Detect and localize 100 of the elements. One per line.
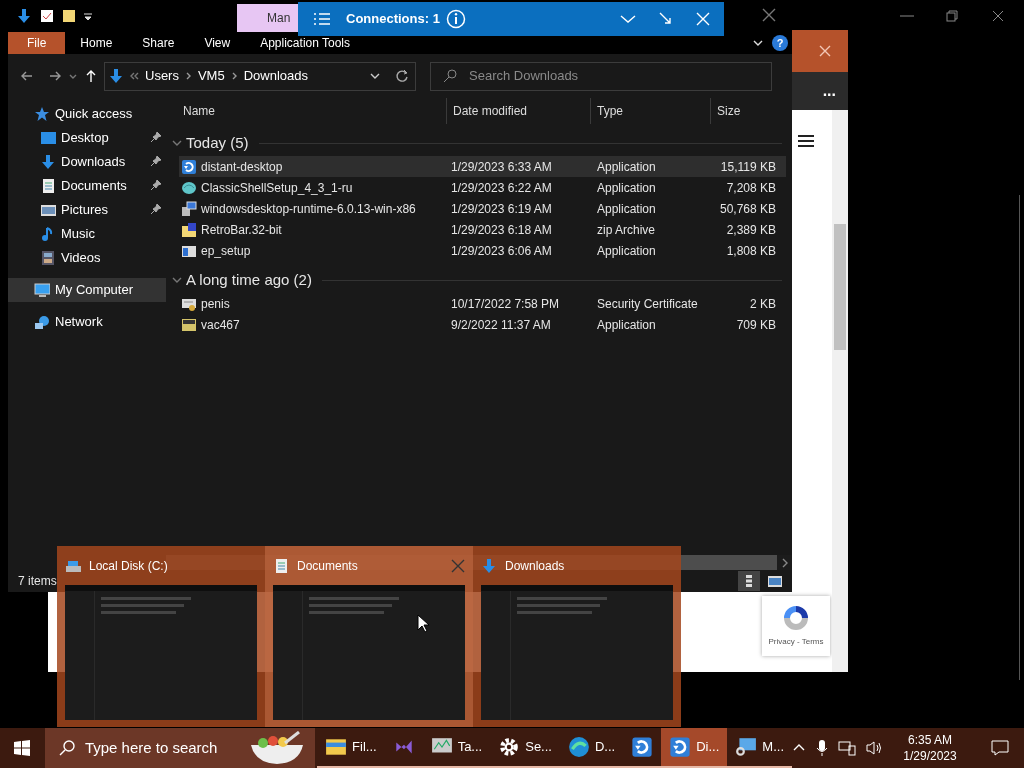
close-icon — [990, 8, 1006, 24]
search-icon — [443, 69, 457, 83]
file-row[interactable]: RetroBar.32-bit 1/29/2023 6:18 AM zip Archive 2,389 KB — [179, 219, 786, 240]
ribbon-tab[interactable]: View — [189, 32, 246, 54]
pin-icon — [150, 179, 162, 191]
file-row[interactable]: ClassicShellSetup_4_3_1-ru 1/29/2023 6:22 AM Application 7,208 KB — [179, 177, 786, 198]
window-thumbnail[interactable]: Downloads — [473, 546, 681, 727]
nav-item[interactable]: My Computer — [8, 278, 166, 302]
breadcrumb[interactable]: Downloads — [243, 66, 308, 86]
file-name: ep_setup — [201, 242, 251, 260]
date-modified: 1/29/2023 6:18 AM — [450, 221, 553, 239]
separator-icon — [230, 71, 238, 81]
file-row[interactable]: penis 10/17/2022 7:58 PM Security Certificate 2 KB — [179, 293, 786, 314]
date-modified: 10/17/2022 7:58 PM — [450, 295, 561, 313]
item-count: 7 items — [18, 573, 57, 590]
scrollbar[interactable] — [832, 110, 848, 672]
date-modified: 1/29/2023 6:33 AM — [450, 158, 553, 176]
search-field[interactable]: Search Downloads — [430, 61, 772, 91]
globe-wave-icon — [567, 736, 590, 758]
collapse-chevron-icon — [172, 138, 182, 148]
folder-icon — [325, 736, 348, 758]
ribbon-tab[interactable]: Application Tools — [245, 32, 366, 54]
pin-icon — [150, 155, 162, 167]
scroll-right-icon — [780, 557, 789, 568]
file-type: zip Archive — [596, 221, 657, 239]
file-type: Application — [596, 200, 657, 218]
document-icon — [273, 557, 289, 574]
menu-icon — [798, 134, 814, 148]
nav-item[interactable]: Downloads — [8, 150, 166, 174]
address-bar[interactable]: Users VM5 Downloads — [104, 61, 416, 91]
taskbar-app[interactable]: Fil... — [317, 728, 385, 768]
minimize-icon — [900, 15, 914, 17]
privacy-terms-link[interactable]: Privacy - Terms — [768, 636, 824, 648]
clock-time[interactable]: 6:35 AM — [908, 732, 952, 748]
ribbon-tab[interactable]: Home — [65, 32, 128, 54]
date-modified: 1/29/2023 6:06 AM — [450, 242, 553, 260]
thumbnail-title: Downloads — [505, 557, 565, 575]
ribbon-tab[interactable]: Share — [127, 32, 190, 54]
star-icon — [34, 106, 50, 122]
taskbar-app[interactable]: Se... — [490, 728, 560, 768]
clock-date[interactable]: 1/29/2023 — [903, 748, 957, 764]
window-thumbnail[interactable]: Local Disk (C:) — [57, 546, 265, 727]
close-icon — [762, 8, 776, 22]
column-header[interactable]: Date modified — [453, 102, 528, 120]
mouse-pointer-icon — [417, 614, 429, 633]
list-icon — [746, 575, 752, 587]
film-icon — [40, 250, 56, 266]
file-row[interactable]: distant-desktop 1/29/2023 6:33 AM Application 15,119 KB — [179, 156, 786, 177]
nav-item[interactable]: Documents — [8, 174, 166, 198]
microphone-icon — [816, 739, 828, 757]
breadcrumb[interactable]: VM5 — [197, 66, 225, 86]
taskbar-app[interactable]: Ta... — [422, 728, 491, 768]
pin-icon — [150, 131, 162, 143]
picture-icon — [768, 575, 782, 587]
column-header[interactable]: Size — [717, 102, 741, 120]
manage-tab[interactable]: Man — [237, 4, 301, 32]
windows-logo-icon — [14, 740, 31, 756]
notifications-icon — [991, 740, 1009, 756]
close-icon — [696, 12, 710, 26]
column-header[interactable]: Type — [597, 102, 623, 120]
arrow-app-icon — [669, 736, 692, 758]
window-thumbnail[interactable]: Documents — [265, 546, 473, 727]
settings-icon — [498, 736, 521, 758]
forward-icon — [48, 69, 62, 83]
taskbar-search-field[interactable]: Type here to search — [44, 728, 316, 768]
taskbar-app[interactable]: M... — [727, 728, 792, 768]
close-icon — [818, 44, 832, 58]
column-header[interactable]: Name — [183, 102, 215, 120]
collapse-icon — [620, 12, 636, 26]
pin-icon — [150, 203, 162, 215]
details-view-button[interactable] — [738, 571, 760, 591]
date-modified: 9/2/2022 11:37 AM — [450, 316, 552, 334]
group-header[interactable]: A long time ago (2) — [186, 268, 312, 292]
file-name: distant-desktop — [201, 158, 283, 176]
file-row[interactable]: ep_setup 1/29/2023 6:06 AM Application 1,808 KB — [179, 240, 786, 261]
more-button[interactable]: ... — [822, 79, 836, 103]
breadcrumb[interactable]: Users — [145, 66, 179, 86]
nav-item[interactable]: Music — [8, 222, 166, 246]
download-arrow-icon — [16, 8, 32, 24]
separator-icon — [184, 71, 192, 81]
date-modified: 1/29/2023 6:19 AM — [450, 200, 553, 218]
group-header[interactable]: Today (5) — [186, 131, 249, 155]
volume-icon — [866, 740, 884, 756]
date-modified: 1/29/2023 6:22 AM — [450, 179, 553, 197]
list-icon — [314, 13, 330, 25]
nav-item[interactable]: Videos — [8, 246, 166, 270]
restore-icon — [944, 8, 960, 24]
nav-item[interactable]: Quick access — [8, 102, 166, 126]
file-type: Application — [596, 158, 657, 176]
taskbar-app[interactable]: Di... — [661, 728, 728, 768]
file-row[interactable]: vac467 9/2/2022 11:37 AM Application 709 KB — [179, 314, 786, 335]
taskbar-app[interactable]: D... — [559, 728, 624, 768]
nav-item[interactable]: Network — [8, 310, 166, 334]
file-row[interactable]: windowsdesktop-runtime-6.0.13-win-x86 1/29/2023 6:19 AM Application 50,768 KB — [179, 198, 786, 219]
nav-item[interactable]: Desktop — [8, 126, 166, 150]
nav-item[interactable]: Pictures — [8, 198, 166, 222]
network-icon — [838, 740, 856, 756]
dropdown-icon — [84, 12, 92, 20]
close-icon — [451, 558, 465, 573]
help-button[interactable]: ? — [772, 35, 788, 51]
